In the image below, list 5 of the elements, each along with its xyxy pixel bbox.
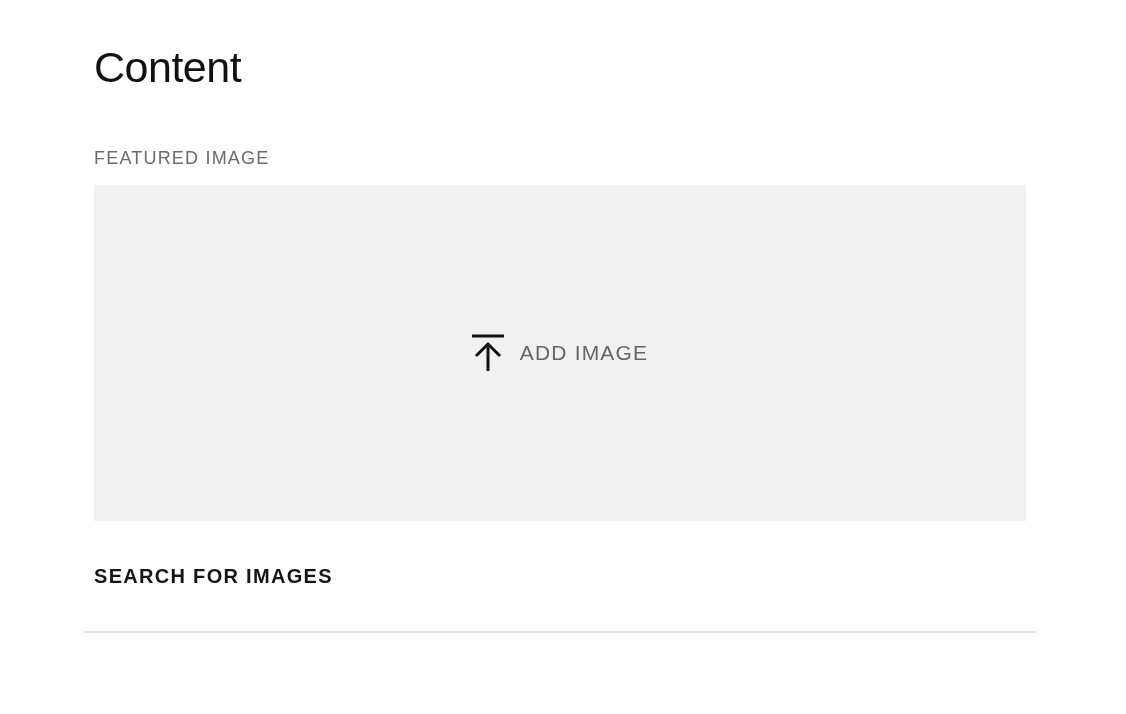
section-label: FEATURED IMAGE	[94, 147, 270, 169]
page-title: Content	[94, 42, 242, 93]
upload-icon	[471, 334, 504, 372]
search-images-link[interactable]: SEARCH FOR IMAGES	[94, 565, 333, 588]
add-image-button[interactable]: ADD IMAGE	[471, 334, 649, 372]
